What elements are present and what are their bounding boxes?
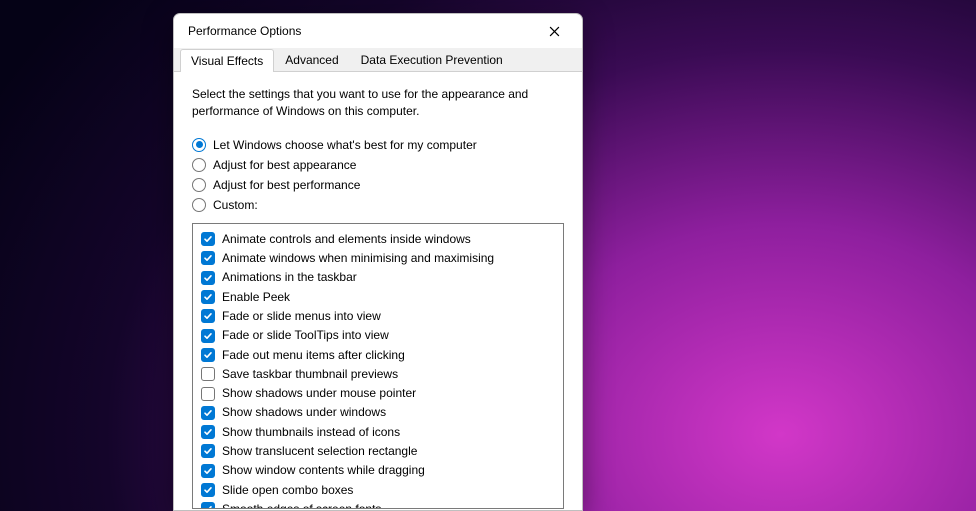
tab-visual-effects[interactable]: Visual Effects bbox=[180, 49, 274, 72]
description-text: Select the settings that you want to use… bbox=[192, 86, 552, 121]
tab-advanced[interactable]: Advanced bbox=[274, 48, 349, 71]
desktop-background: Performance Options Visual EffectsAdvanc… bbox=[0, 0, 976, 511]
list-item-label: Save taskbar thumbnail previews bbox=[222, 366, 398, 383]
radio-icon bbox=[192, 138, 206, 152]
list-item[interactable]: Animate windows when minimising and maxi… bbox=[201, 249, 559, 268]
list-item[interactable]: Fade out menu items after clicking bbox=[201, 346, 559, 365]
checkbox-checked-icon bbox=[201, 309, 215, 323]
tabstrip: Visual EffectsAdvancedData Execution Pre… bbox=[174, 48, 582, 72]
close-button[interactable] bbox=[532, 16, 576, 46]
checkbox-checked-icon bbox=[201, 425, 215, 439]
checkbox-checked-icon bbox=[201, 483, 215, 497]
list-item-label: Fade out menu items after clicking bbox=[222, 347, 405, 364]
close-icon bbox=[549, 26, 560, 37]
checkbox-checked-icon bbox=[201, 348, 215, 362]
list-item-label: Fade or slide menus into view bbox=[222, 308, 381, 325]
list-item[interactable]: Save taskbar thumbnail previews bbox=[201, 365, 559, 384]
tab-data-execution-prevention[interactable]: Data Execution Prevention bbox=[350, 48, 514, 71]
list-item-label: Slide open combo boxes bbox=[222, 482, 353, 499]
radio-group: Let Windows choose what's best for my co… bbox=[192, 135, 564, 215]
checkbox-checked-icon bbox=[201, 502, 215, 508]
window-title: Performance Options bbox=[188, 24, 301, 38]
list-item-label: Enable Peek bbox=[222, 289, 290, 306]
radio-label: Custom: bbox=[213, 198, 258, 212]
checkbox-checked-icon bbox=[201, 232, 215, 246]
performance-options-dialog: Performance Options Visual EffectsAdvanc… bbox=[173, 13, 583, 511]
list-item[interactable]: Animations in the taskbar bbox=[201, 268, 559, 287]
list-item-label: Animate windows when minimising and maxi… bbox=[222, 250, 494, 267]
checkbox-unchecked-icon bbox=[201, 387, 215, 401]
list-item[interactable]: Show thumbnails instead of icons bbox=[201, 423, 559, 442]
list-item-label: Animate controls and elements inside win… bbox=[222, 231, 471, 248]
checkbox-checked-icon bbox=[201, 290, 215, 304]
list-item-label: Show shadows under mouse pointer bbox=[222, 385, 416, 402]
checkbox-unchecked-icon bbox=[201, 367, 215, 381]
list-item-label: Show window contents while dragging bbox=[222, 462, 425, 479]
checkbox-checked-icon bbox=[201, 406, 215, 420]
radio-label: Let Windows choose what's best for my co… bbox=[213, 138, 477, 152]
list-item[interactable]: Fade or slide menus into view bbox=[201, 307, 559, 326]
radio-option[interactable]: Adjust for best appearance bbox=[192, 155, 564, 175]
list-item[interactable]: Show shadows under windows bbox=[201, 403, 559, 422]
list-item[interactable]: Animate controls and elements inside win… bbox=[201, 230, 559, 249]
checkbox-checked-icon bbox=[201, 444, 215, 458]
radio-option[interactable]: Custom: bbox=[192, 195, 564, 215]
list-item[interactable]: Fade or slide ToolTips into view bbox=[201, 326, 559, 345]
list-item[interactable]: Enable Peek bbox=[201, 288, 559, 307]
radio-icon bbox=[192, 178, 206, 192]
checkbox-checked-icon bbox=[201, 251, 215, 265]
list-item-label: Fade or slide ToolTips into view bbox=[222, 327, 389, 344]
radio-option[interactable]: Adjust for best performance bbox=[192, 175, 564, 195]
list-item-label: Show thumbnails instead of icons bbox=[222, 424, 400, 441]
list-item[interactable]: Show window contents while dragging bbox=[201, 461, 559, 480]
list-item-label: Show shadows under windows bbox=[222, 404, 386, 421]
tab-content: Select the settings that you want to use… bbox=[174, 72, 582, 509]
radio-icon bbox=[192, 158, 206, 172]
list-item[interactable]: Smooth edges of screen fonts bbox=[201, 500, 559, 509]
radio-icon bbox=[192, 198, 206, 212]
list-item-label: Smooth edges of screen fonts bbox=[222, 501, 381, 509]
list-item[interactable]: Show shadows under mouse pointer bbox=[201, 384, 559, 403]
radio-label: Adjust for best performance bbox=[213, 178, 360, 192]
list-item[interactable]: Slide open combo boxes bbox=[201, 481, 559, 500]
list-item-label: Show translucent selection rectangle bbox=[222, 443, 417, 460]
checkbox-checked-icon bbox=[201, 464, 215, 478]
list-item[interactable]: Show translucent selection rectangle bbox=[201, 442, 559, 461]
list-item-label: Animations in the taskbar bbox=[222, 269, 357, 286]
radio-label: Adjust for best appearance bbox=[213, 158, 356, 172]
checkbox-checked-icon bbox=[201, 271, 215, 285]
radio-option[interactable]: Let Windows choose what's best for my co… bbox=[192, 135, 564, 155]
visual-effects-listbox[interactable]: Animate controls and elements inside win… bbox=[192, 223, 564, 509]
checkbox-checked-icon bbox=[201, 329, 215, 343]
titlebar: Performance Options bbox=[174, 14, 582, 48]
